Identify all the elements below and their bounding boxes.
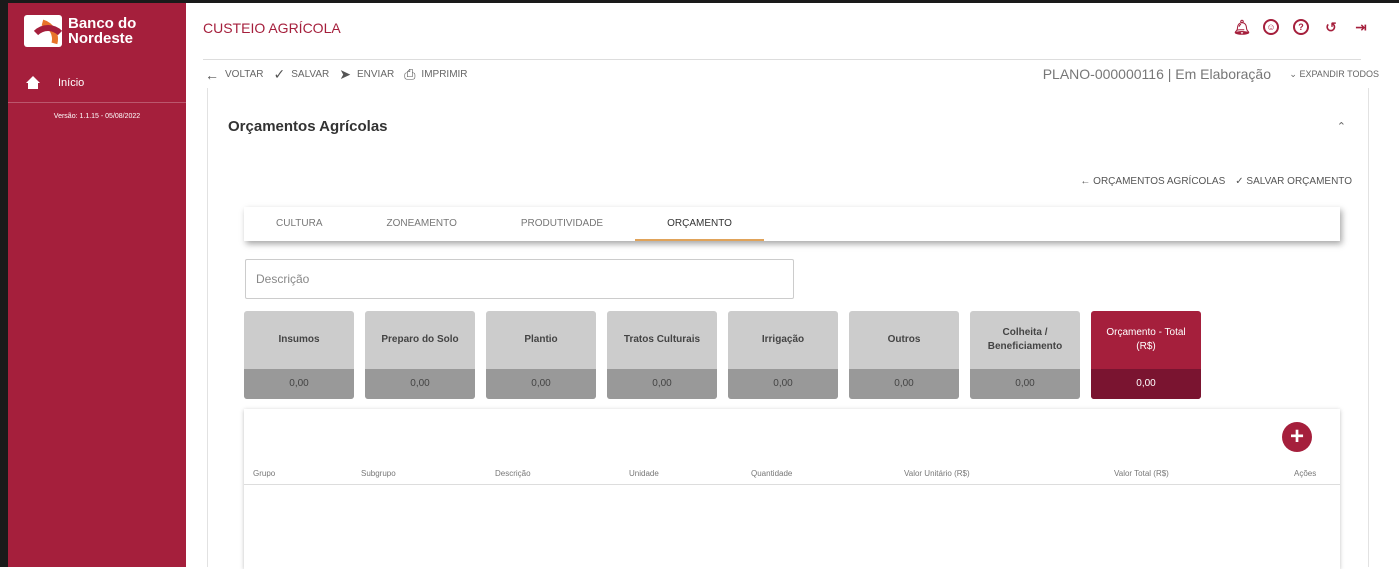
category-value: 0,00	[365, 369, 475, 399]
logout-icon[interactable]: ⇥	[1353, 19, 1369, 35]
user-icon[interactable]: ☺	[1263, 19, 1279, 35]
category-card-tratos-culturais[interactable]: Tratos Culturais 0,00	[607, 311, 717, 399]
budget-items-table: + Grupo Subgrupo Descrição Unidade Quant…	[244, 409, 1340, 569]
header-divider	[203, 59, 1361, 60]
table-header: Grupo Subgrupo Descrição Unidade Quantid…	[244, 467, 1340, 485]
tab-orcamento[interactable]: ORÇAMENTO	[635, 207, 764, 241]
save-button[interactable]: ✓ SALVAR	[274, 66, 330, 83]
category-value: 0,00	[970, 369, 1080, 399]
header-actions: 🔔︎ ☺ ? ↺ ⇥	[1233, 19, 1369, 35]
expand-all-button[interactable]: ⌄ EXPANDIR TODOS	[1289, 69, 1379, 80]
chevron-down-icon: ⌄	[1289, 69, 1297, 79]
version-text: Versão: 1.1.15 - 05/08/2022	[53, 113, 141, 120]
check-icon: ✓	[273, 66, 286, 82]
category-value: 0,00	[1091, 369, 1201, 399]
arrow-left-icon: ←	[1080, 176, 1091, 187]
back-to-budgets-button[interactable]: ← ORÇAMENTOS AGRÍCOLAS	[1080, 176, 1225, 187]
tab-produtividade[interactable]: PRODUTIVIDADE	[489, 207, 635, 241]
tab-cultura[interactable]: CULTURA	[244, 207, 354, 241]
category-value: 0,00	[607, 369, 717, 399]
print-button[interactable]: ⎙ IMPRIMIR	[404, 66, 467, 83]
save-budget-button[interactable]: ✓ SALVAR ORÇAMENTO	[1235, 176, 1352, 187]
category-card-outros[interactable]: Outros 0,00	[849, 311, 959, 399]
column-header-unidade: Unidade	[629, 469, 659, 478]
toolbar: ← VOLTAR ✓ SALVAR ➤ ENVIAR ⎙ IMPRIMIR	[205, 66, 468, 83]
bank-logo[interactable]: Banco do Nordeste	[24, 15, 136, 47]
description-input[interactable]: Descrição	[245, 259, 794, 299]
budget-categories: Insumos 0,00 Preparo do Solo 0,00 Planti…	[244, 311, 1201, 399]
sidebar-item-label: Início	[58, 76, 85, 89]
home-icon	[26, 75, 40, 90]
category-card-colheita[interactable]: Colheita / Beneficiamento 0,00	[970, 311, 1080, 399]
tab-zoneamento[interactable]: ZONEAMENTO	[354, 207, 488, 241]
column-header-acoes: Ações	[1294, 469, 1317, 478]
printer-icon: ⎙	[404, 66, 416, 82]
section-title: Orçamentos Agrícolas	[228, 118, 388, 135]
send-button[interactable]: ➤ ENVIAR	[339, 66, 394, 83]
column-header-quantidade: Quantidade	[751, 469, 793, 478]
column-header-valor-total: Valor Total (R$)	[1114, 469, 1169, 478]
category-card-preparo-solo[interactable]: Preparo do Solo 0,00	[365, 311, 475, 399]
budget-actions: ← ORÇAMENTOS AGRÍCOLAS ✓ SALVAR ORÇAMENT…	[1080, 176, 1352, 187]
tab-bar: CULTURA ZONEAMENTO PRODUTIVIDADE ORÇAMEN…	[244, 207, 1340, 241]
budget-panel: Orçamentos Agrícolas ⌃ ← ORÇAMENTOS AGRÍ…	[207, 88, 1369, 569]
sidebar: Banco do Nordeste Início Versão: 1.1.15 …	[8, 3, 186, 567]
help-icon[interactable]: ?	[1293, 19, 1309, 35]
app-title: CUSTEIO AGRÍCOLA	[203, 20, 341, 36]
category-value: 0,00	[486, 369, 596, 399]
plus-icon: +	[1289, 423, 1304, 450]
column-header-grupo: Grupo	[253, 469, 276, 478]
history-icon[interactable]: ↺	[1323, 19, 1339, 35]
category-card-plantio[interactable]: Plantio 0,00	[486, 311, 596, 399]
category-value: 0,00	[849, 369, 959, 399]
column-header-valor-unitario: Valor Unitário (R$)	[904, 469, 970, 478]
add-item-button[interactable]: +	[1282, 422, 1312, 452]
bell-icon[interactable]: 🔔︎	[1233, 19, 1251, 35]
category-value: 0,00	[728, 369, 838, 399]
column-header-subgrupo: Subgrupo	[361, 469, 396, 478]
column-header-descricao: Descrição	[495, 469, 531, 478]
plan-status: PLANO-000000116 | Em Elaboração	[1042, 66, 1271, 82]
category-card-total[interactable]: Orçamento - Total (R$) 0,00	[1091, 311, 1201, 399]
check-icon: ✓	[1235, 176, 1244, 187]
arrow-left-icon: ←	[205, 66, 219, 83]
sidebar-item-home[interactable]: Início	[8, 63, 186, 103]
category-value: 0,00	[244, 369, 354, 399]
logo-text: Banco do Nordeste	[68, 15, 137, 47]
back-button[interactable]: ← VOLTAR	[205, 67, 264, 83]
category-card-irrigacao[interactable]: Irrigação 0,00	[728, 311, 838, 399]
logo-mark-icon	[24, 15, 62, 47]
send-icon: ➤	[339, 66, 351, 82]
chevron-up-icon[interactable]: ⌃	[1337, 120, 1346, 133]
category-card-insumos[interactable]: Insumos 0,00	[244, 311, 354, 399]
